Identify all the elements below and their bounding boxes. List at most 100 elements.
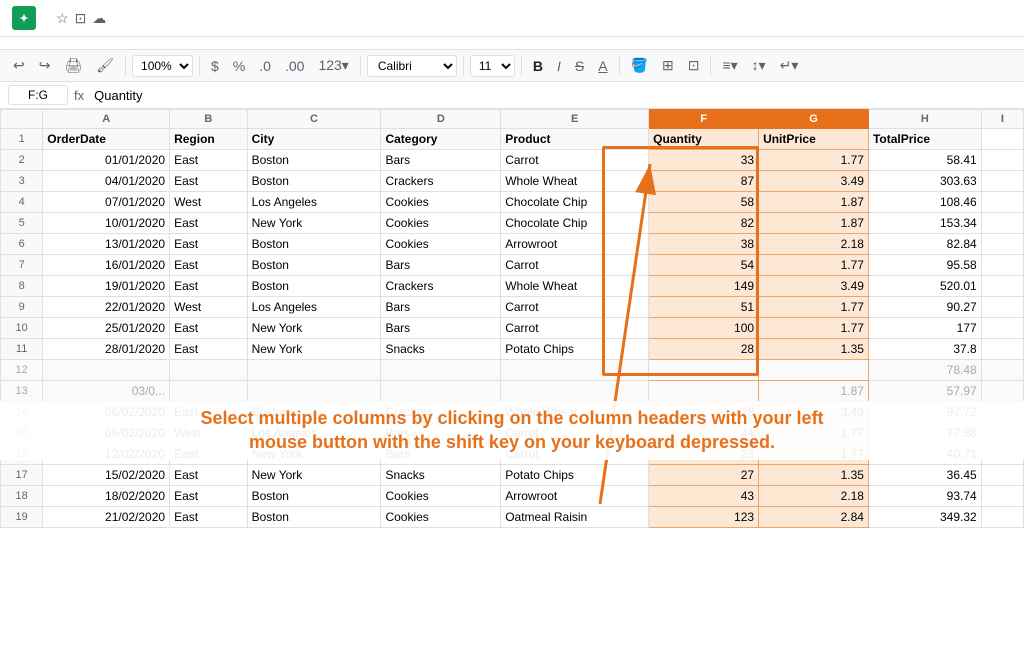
- cell-C3[interactable]: Boston: [247, 171, 381, 192]
- cell-C11[interactable]: New York: [247, 339, 381, 360]
- cell-F6[interactable]: 38: [649, 234, 759, 255]
- cell-I8[interactable]: [981, 276, 1023, 297]
- cell-H9[interactable]: 90.27: [868, 297, 981, 318]
- cell-H6[interactable]: 82.84: [868, 234, 981, 255]
- cell-A5[interactable]: 10/01/2020: [43, 213, 170, 234]
- wrap-button[interactable]: ↵▾: [775, 54, 804, 77]
- cell-D3[interactable]: Crackers: [381, 171, 501, 192]
- cell-A9[interactable]: 22/01/2020: [43, 297, 170, 318]
- cell-H7[interactable]: 95.58: [868, 255, 981, 276]
- cell-E2[interactable]: Carrot: [501, 150, 649, 171]
- cell-D2[interactable]: Bars: [381, 150, 501, 171]
- cell-G6[interactable]: 2.18: [759, 234, 869, 255]
- font-size-select[interactable]: 11: [470, 55, 515, 77]
- font-select[interactable]: Calibri: [367, 55, 457, 77]
- star-icon[interactable]: ☆: [56, 10, 69, 27]
- col-header-F[interactable]: F: [649, 110, 759, 129]
- currency-button[interactable]: $: [206, 55, 224, 77]
- cell-G10[interactable]: 1.77: [759, 318, 869, 339]
- cell-E5[interactable]: Chocolate Chip: [501, 213, 649, 234]
- cell-D9[interactable]: Bars: [381, 297, 501, 318]
- cell-G12[interactable]: [759, 360, 869, 381]
- borders-button[interactable]: ⊞: [657, 54, 679, 77]
- cell-G8[interactable]: 3.49: [759, 276, 869, 297]
- menu-help[interactable]: [156, 39, 172, 47]
- cell-D4[interactable]: Cookies: [381, 192, 501, 213]
- cell-G4[interactable]: 1.87: [759, 192, 869, 213]
- cell-F13[interactable]: [649, 381, 759, 402]
- cell-E19[interactable]: Oatmeal Raisin: [501, 507, 649, 528]
- col-header-E[interactable]: E: [501, 110, 649, 129]
- col-header-C[interactable]: C: [247, 110, 381, 129]
- cell-F1[interactable]: Quantity: [649, 129, 759, 150]
- decimal-more-button[interactable]: .00: [280, 55, 309, 77]
- cell-I4[interactable]: [981, 192, 1023, 213]
- cell-D17[interactable]: Snacks: [381, 465, 501, 486]
- decimal-less-button[interactable]: .0: [254, 55, 276, 77]
- cell-E12[interactable]: [501, 360, 649, 381]
- cell-B12[interactable]: [170, 360, 248, 381]
- cell-reference-input[interactable]: [8, 85, 68, 105]
- cell-H19[interactable]: 349.32: [868, 507, 981, 528]
- cell-C1[interactable]: City: [247, 129, 381, 150]
- cell-A2[interactable]: 01/01/2020: [43, 150, 170, 171]
- menu-edit[interactable]: [30, 39, 46, 47]
- redo-button[interactable]: ↪: [34, 54, 56, 77]
- col-header-G[interactable]: G: [759, 110, 869, 129]
- cell-D11[interactable]: Snacks: [381, 339, 501, 360]
- cell-F5[interactable]: 82: [649, 213, 759, 234]
- folder-icon[interactable]: ⊡: [75, 10, 87, 27]
- cell-B19[interactable]: East: [170, 507, 248, 528]
- print-button[interactable]: 🖨: [59, 54, 87, 77]
- cell-H5[interactable]: 153.34: [868, 213, 981, 234]
- cell-B7[interactable]: East: [170, 255, 248, 276]
- cell-D5[interactable]: Cookies: [381, 213, 501, 234]
- cell-H13[interactable]: 57.97: [868, 381, 981, 402]
- fill-color-button[interactable]: 🪣: [626, 54, 653, 77]
- cell-H3[interactable]: 303.63: [868, 171, 981, 192]
- cell-I17[interactable]: [981, 465, 1023, 486]
- menu-format[interactable]: [84, 39, 100, 47]
- cell-B9[interactable]: West: [170, 297, 248, 318]
- paint-format-button[interactable]: 🖌: [91, 54, 119, 77]
- cell-C4[interactable]: Los Angeles: [247, 192, 381, 213]
- cell-E7[interactable]: Carrot: [501, 255, 649, 276]
- cell-F8[interactable]: 149: [649, 276, 759, 297]
- cell-I7[interactable]: [981, 255, 1023, 276]
- cell-F19[interactable]: 123: [649, 507, 759, 528]
- cell-C6[interactable]: Boston: [247, 234, 381, 255]
- cell-E9[interactable]: Carrot: [501, 297, 649, 318]
- cell-H4[interactable]: 108.46: [868, 192, 981, 213]
- cell-C10[interactable]: New York: [247, 318, 381, 339]
- cell-G1[interactable]: UnitPrice: [759, 129, 869, 150]
- cell-F12[interactable]: [649, 360, 759, 381]
- cell-E1[interactable]: Product: [501, 129, 649, 150]
- cell-E4[interactable]: Chocolate Chip: [501, 192, 649, 213]
- cell-C5[interactable]: New York: [247, 213, 381, 234]
- cell-A10[interactable]: 25/01/2020: [43, 318, 170, 339]
- cell-A3[interactable]: 04/01/2020: [43, 171, 170, 192]
- align-button[interactable]: ≡▾: [717, 54, 742, 77]
- cell-D8[interactable]: Crackers: [381, 276, 501, 297]
- cell-B5[interactable]: East: [170, 213, 248, 234]
- col-header-B[interactable]: B: [170, 110, 248, 129]
- cell-B18[interactable]: East: [170, 486, 248, 507]
- cell-I5[interactable]: [981, 213, 1023, 234]
- cell-B4[interactable]: West: [170, 192, 248, 213]
- cell-B13[interactable]: [170, 381, 248, 402]
- cell-E3[interactable]: Whole Wheat: [501, 171, 649, 192]
- cell-E6[interactable]: Arrowroot: [501, 234, 649, 255]
- cell-C12[interactable]: [247, 360, 381, 381]
- cell-E13[interactable]: [501, 381, 649, 402]
- cell-C13[interactable]: [247, 381, 381, 402]
- cell-G17[interactable]: 1.35: [759, 465, 869, 486]
- cell-I9[interactable]: [981, 297, 1023, 318]
- cell-D18[interactable]: Cookies: [381, 486, 501, 507]
- cell-I19[interactable]: [981, 507, 1023, 528]
- cell-B1[interactable]: Region: [170, 129, 248, 150]
- cell-A17[interactable]: 15/02/2020: [43, 465, 170, 486]
- percent-button[interactable]: %: [228, 55, 250, 77]
- col-header-A[interactable]: A: [43, 110, 170, 129]
- cell-G9[interactable]: 1.77: [759, 297, 869, 318]
- cell-A7[interactable]: 16/01/2020: [43, 255, 170, 276]
